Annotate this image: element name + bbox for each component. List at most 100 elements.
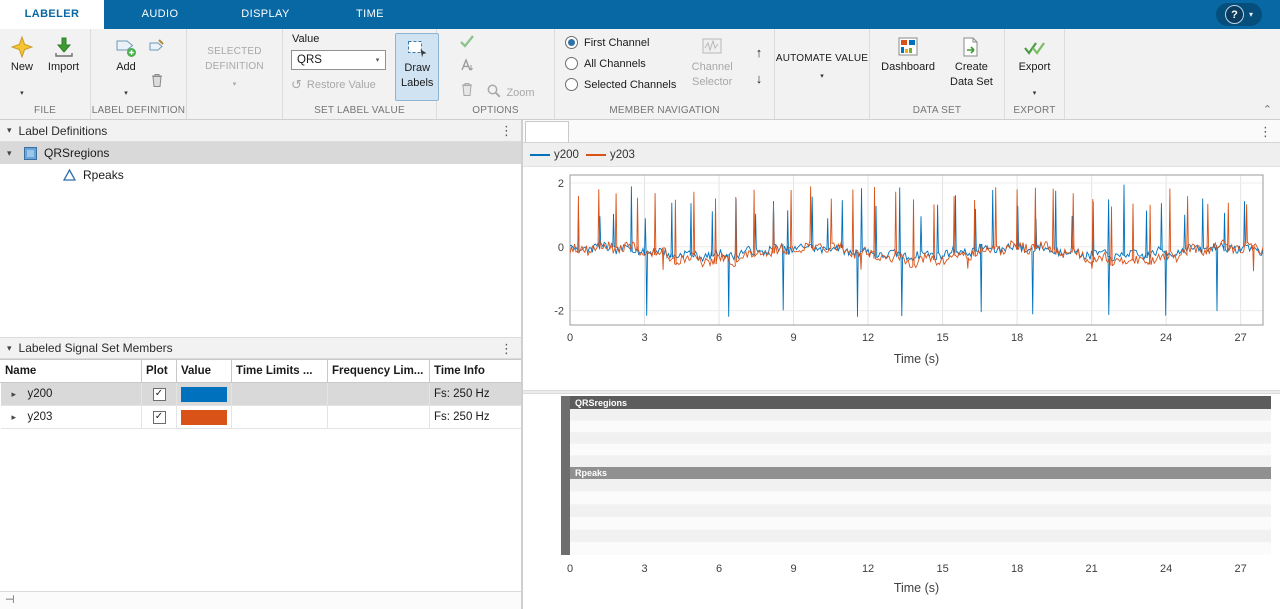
ribbon-section-file: New ▾ Import FILE — [0, 29, 91, 119]
signal-labeler-app: LABELER AUDIO DISPLAY TIME ? ▾ New ▾ — [0, 0, 1280, 609]
column-header-time-info[interactable]: Time Info — [430, 360, 522, 383]
add-definition-button[interactable]: Add ▾ — [109, 32, 143, 100]
ribbon-section-member-navigation: First Channel All Channels Selected Chan… — [555, 29, 775, 119]
automate-value-dropdown[interactable]: AUTOMATE VALUE ▾ — [770, 32, 874, 100]
collapse-ribbon-button[interactable]: ⌃ — [1263, 103, 1272, 116]
radio-all-channels[interactable]: All Channels — [565, 57, 676, 70]
legend-item[interactable]: y203 — [586, 149, 635, 161]
time-limits-cell[interactable] — [232, 383, 328, 406]
chevron-right-icon[interactable]: ▸ — [12, 389, 24, 400]
svg-text:0: 0 — [567, 563, 573, 575]
tree-item-label: Rpeaks — [83, 168, 124, 182]
tree-item-rpeaks[interactable]: Rpeaks — [0, 164, 521, 186]
section-title-data-set: DATA SET — [870, 104, 1004, 119]
svg-text:21: 21 — [1085, 563, 1097, 575]
check-icon: ✓ — [155, 389, 163, 399]
accept-label-button[interactable] — [456, 33, 478, 53]
ribbon-section-export: Export ▾ EXPORT — [1005, 29, 1065, 119]
kebab-menu-icon[interactable]: ⋮ — [500, 124, 513, 137]
help-icon[interactable]: ? — [1225, 5, 1244, 24]
plot-checkbox[interactable]: ✓ — [153, 411, 166, 424]
label-value-combobox[interactable]: QRS ▾ — [291, 50, 386, 70]
restore-value-button[interactable]: ↺ Restore Value — [291, 79, 386, 91]
member-row-y203[interactable]: ▸ y203 ✓ Fs: 250 Hz — [1, 406, 522, 429]
label-definitions-tree: ▾ QRSregions Rpeaks — [0, 142, 521, 337]
chevron-down-icon: ▾ — [370, 56, 385, 64]
tree-item-qrsregions[interactable]: ▾ QRSregions — [0, 142, 521, 164]
signal-plot-area[interactable]: 0369121518212427-202Time (s) — [523, 167, 1280, 390]
tab-audio[interactable]: AUDIO — [104, 0, 216, 29]
value-caption: Value — [292, 33, 386, 45]
svg-text:6: 6 — [716, 332, 722, 344]
selected-definition-dropdown[interactable]: SELECTED DEFINITION ▾ — [199, 32, 270, 100]
edit-definition-button[interactable] — [146, 38, 168, 58]
chevron-down-icon[interactable]: ▾ — [7, 125, 12, 136]
time-info-cell: Fs: 250 Hz — [430, 383, 522, 406]
value-color-swatch — [181, 410, 227, 425]
add-definition-label: Add — [116, 61, 136, 74]
svg-text:3: 3 — [641, 332, 647, 344]
frequency-limits-cell[interactable] — [328, 383, 430, 406]
region-label-icon — [24, 147, 37, 160]
chevron-down-icon[interactable]: ▾ — [7, 343, 12, 354]
create-data-set-icon — [960, 35, 982, 59]
chevron-down-icon: ▾ — [233, 81, 237, 88]
kebab-menu-icon[interactable]: ⋮ — [1259, 125, 1272, 138]
channel-selector-icon — [701, 35, 723, 59]
label-track-area[interactable]: QRSregionsRpeaks0369121518212427Time (s) — [523, 394, 1280, 609]
help-menu[interactable]: ? ▾ — [1216, 3, 1262, 26]
members-table-header-row: Name Plot Value Time Limits ... Frequenc… — [1, 360, 522, 383]
tab-display[interactable]: DISPLAY — [216, 0, 315, 29]
chevron-down-icon[interactable]: ▾ — [7, 148, 19, 159]
dashboard-button[interactable]: Dashboard — [875, 32, 941, 100]
column-header-name[interactable]: Name — [1, 360, 142, 383]
legend-item[interactable]: y200 — [530, 149, 579, 161]
tab-time[interactable]: TIME — [315, 0, 425, 29]
time-limits-cell[interactable] — [232, 406, 328, 429]
chevron-right-icon[interactable]: ▸ — [12, 412, 24, 423]
radio-first-channel[interactable]: First Channel — [565, 36, 676, 49]
label-track-plot[interactable]: QRSregionsRpeaks0369121518212427Time (s) — [523, 394, 1280, 609]
new-icon — [11, 35, 33, 59]
export-button[interactable]: Export ▾ — [1013, 32, 1057, 100]
svg-text:0: 0 — [558, 242, 564, 254]
channel-selector-button[interactable]: Channel Selector — [684, 32, 740, 100]
trash-icon — [149, 72, 165, 93]
new-button[interactable]: New ▾ — [5, 32, 39, 100]
draw-labels-label-1: Draw — [404, 62, 430, 75]
svg-text:24: 24 — [1160, 563, 1172, 575]
display-tabbar: ⋮ — [523, 120, 1280, 143]
display-tab[interactable] — [525, 121, 569, 142]
plot-checkbox[interactable]: ✓ — [153, 388, 166, 401]
previous-member-button[interactable]: ↑ — [748, 42, 770, 62]
svg-text:21: 21 — [1085, 332, 1097, 344]
column-header-time-limits[interactable]: Time Limits ... — [232, 360, 328, 383]
members-table: Name Plot Value Time Limits ... Frequenc… — [0, 359, 521, 429]
zoom-button[interactable]: Zoom — [486, 83, 534, 104]
signal-plot[interactable]: 0369121518212427-202Time (s) — [523, 167, 1280, 379]
svg-text:24: 24 — [1160, 332, 1172, 344]
selected-definition-line1: SELECTED — [207, 45, 261, 58]
frequency-limits-cell[interactable] — [328, 406, 430, 429]
create-data-set-label-1: Create — [955, 61, 988, 74]
collapse-panel-icon[interactable]: ⊣ — [5, 595, 15, 606]
member-row-y200[interactable]: ▸ y200 ✓ Fs: 250 Hz — [1, 383, 522, 406]
kebab-menu-icon[interactable]: ⋮ — [500, 342, 513, 355]
delete-definition-button[interactable] — [146, 72, 168, 92]
new-button-label: New — [11, 61, 33, 74]
svg-text:18: 18 — [1011, 332, 1023, 344]
import-button[interactable]: Import — [42, 32, 85, 100]
delete-label-button[interactable] — [456, 81, 478, 101]
font-size-button[interactable] — [456, 57, 478, 77]
draw-labels-toggle[interactable]: Draw Labels — [395, 33, 439, 101]
column-header-plot[interactable]: Plot — [142, 360, 177, 383]
create-data-set-button[interactable]: Create Data Set — [944, 32, 999, 100]
svg-text:9: 9 — [790, 332, 796, 344]
tab-labeler[interactable]: LABELER — [0, 0, 104, 29]
column-header-frequency-limits[interactable]: Frequency Lim... — [328, 360, 430, 383]
radio-selected-channels[interactable]: Selected Channels — [565, 78, 676, 91]
column-header-value[interactable]: Value — [177, 360, 232, 383]
channel-selector-label-2: Selector — [692, 76, 732, 89]
next-member-button[interactable]: ↓ — [748, 68, 770, 88]
svg-text:18: 18 — [1011, 563, 1023, 575]
